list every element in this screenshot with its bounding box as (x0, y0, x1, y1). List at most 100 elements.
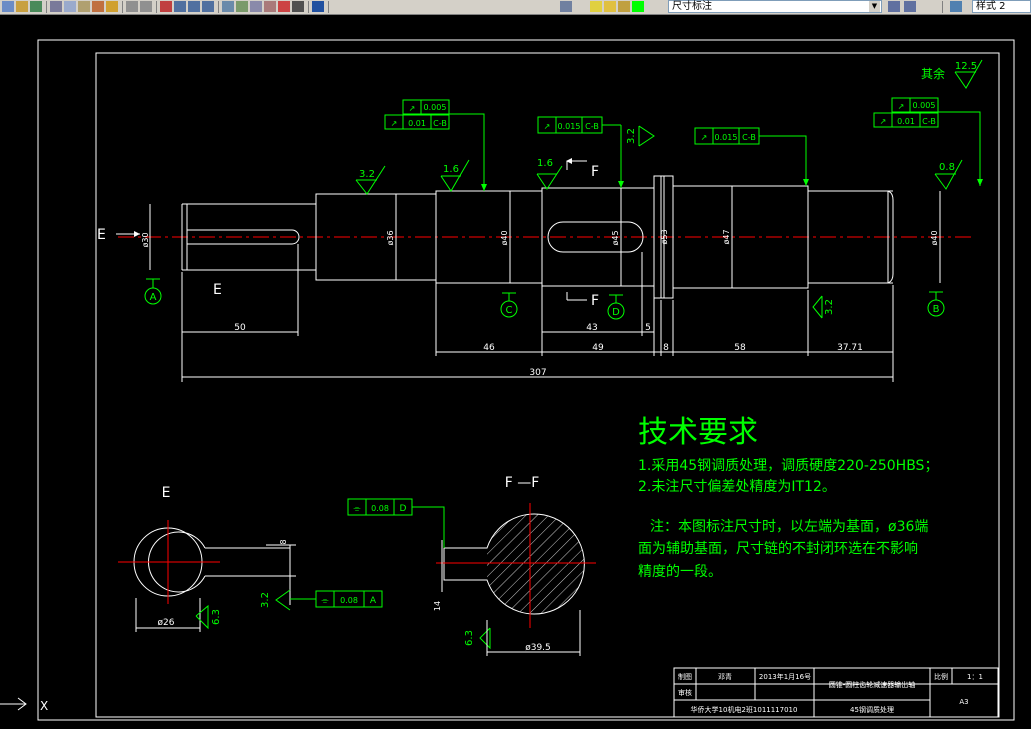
zoom-previous-icon[interactable] (202, 1, 214, 12)
shaft-outline-bottom (182, 269, 893, 299)
svg-text:0.01: 0.01 (408, 119, 426, 128)
text-style-dropdown[interactable]: 样式 2 (972, 0, 1031, 13)
svg-text:↗: ↗ (409, 104, 416, 113)
section-f-hatch (487, 514, 585, 614)
sun-icon[interactable] (604, 1, 616, 12)
shaft-view (118, 175, 975, 299)
svg-text:D: D (400, 504, 407, 514)
text-style-icon[interactable] (950, 1, 962, 12)
copy-icon[interactable] (64, 1, 76, 12)
tool-palettes-icon[interactable] (250, 1, 262, 12)
cad-toolbar: 尺寸标注 ▼ 样式 2 (0, 0, 1031, 15)
svg-text:3.2: 3.2 (260, 592, 271, 608)
svg-text:5: 5 (645, 323, 651, 333)
sheet-set-icon[interactable] (264, 1, 276, 12)
svg-text:2013年1月16号: 2013年1月16号 (759, 672, 811, 681)
svg-text:8: 8 (663, 343, 669, 353)
svg-text:邓青: 邓青 (718, 672, 732, 681)
svg-text:0.015: 0.015 (558, 122, 581, 131)
color-swatch-icon[interactable] (632, 1, 644, 12)
lock-icon[interactable] (618, 1, 630, 12)
svg-text:ø26: ø26 (158, 618, 175, 628)
section-f-bottom: F (591, 293, 599, 309)
new-icon[interactable] (2, 1, 14, 12)
section-e-view: E 8 ø26 6.3 3.2 ⌯ 0.08 A (118, 485, 383, 632)
match-prop-icon[interactable] (92, 1, 104, 12)
svg-text:⌯: ⌯ (353, 504, 361, 514)
svg-text:12.5: 12.5 (955, 61, 977, 72)
svg-text:3.2: 3.2 (359, 169, 375, 180)
datum-c: C (506, 305, 513, 316)
svg-text:C-B: C-B (585, 122, 599, 131)
section-e-below: E (213, 282, 222, 298)
svg-text:307: 307 (529, 368, 546, 378)
layer-previous-icon[interactable] (904, 1, 916, 12)
tech-line-2: 2.未注尺寸偏差处精度为IT12。 (638, 479, 836, 495)
style-value: 样式 2 (976, 1, 1006, 12)
svg-text:A3: A3 (959, 698, 968, 706)
dim-phi40a: ø40 (500, 230, 509, 245)
tech-line-1: 1.采用45钢调质处理，调质硬度220-250HBS； (638, 458, 938, 474)
svg-text:↗: ↗ (544, 122, 551, 131)
svg-text:3.2: 3.2 (626, 128, 637, 144)
chevron-down-icon[interactable]: ▼ (869, 1, 880, 12)
svg-text:0.08: 0.08 (340, 596, 358, 605)
paste-icon[interactable] (78, 1, 90, 12)
properties-icon[interactable] (222, 1, 234, 12)
svg-text:X: X (40, 699, 48, 713)
undo-icon[interactable] (126, 1, 138, 12)
open-icon[interactable] (16, 1, 28, 12)
length-dimensions: 50 43 5 46 49 8 58 37.71 307 (181, 244, 894, 382)
datum-d: D (612, 307, 620, 318)
bulb-icon[interactable] (590, 1, 602, 12)
svg-text:1.6: 1.6 (443, 164, 459, 175)
markup-icon[interactable] (278, 1, 290, 12)
design-center-icon[interactable] (236, 1, 248, 12)
tech-note-2: 面为辅助基面，尺寸链的不封闭环选在不影响 (638, 540, 918, 557)
svg-text:C-B: C-B (742, 133, 756, 142)
svg-text:其余: 其余 (921, 66, 945, 81)
outer-frame (37, 39, 1015, 721)
section-e-title: E (162, 485, 171, 501)
svg-text:ø39.5: ø39.5 (525, 643, 551, 653)
zoom-window-icon[interactable] (188, 1, 200, 12)
svg-text:↗: ↗ (391, 119, 398, 128)
layer-manager-icon[interactable] (560, 1, 572, 12)
svg-text:6.3: 6.3 (464, 630, 475, 646)
inner-frame (95, 52, 1000, 718)
svg-text:0.015: 0.015 (715, 133, 738, 142)
svg-text:C-B: C-B (433, 119, 447, 128)
svg-text:46: 46 (483, 343, 495, 353)
drawing-canvas[interactable]: ø30 ø36 ø40 ø45 ø53 ø47 ø40 E E F F A C … (0, 14, 1031, 729)
svg-text:A: A (370, 596, 377, 606)
svg-text:49: 49 (592, 343, 604, 353)
svg-text:0.005: 0.005 (913, 101, 936, 110)
make-current-icon[interactable] (888, 1, 900, 12)
dim-phi36: ø36 (386, 230, 395, 245)
svg-text:比例: 比例 (934, 672, 948, 681)
calculator-icon[interactable] (292, 1, 304, 12)
dim-phi30: ø30 (141, 232, 150, 247)
cut-icon[interactable] (50, 1, 62, 12)
section-f-top: F (591, 164, 599, 180)
zoom-realtime-icon[interactable] (174, 1, 186, 12)
svg-text:↗: ↗ (898, 102, 905, 111)
redo-icon[interactable] (140, 1, 152, 12)
section-e-left: E (97, 227, 106, 243)
pan-icon[interactable] (160, 1, 172, 12)
dim-phi45: ø45 (611, 230, 620, 245)
section-f-view: F —F 14 6.3 ø39.5 ⌯ 0.08 D (347, 475, 596, 656)
globe-icon[interactable] (30, 1, 42, 12)
help-icon[interactable] (312, 1, 324, 12)
svg-text:圆锥-圆柱齿轮减速器输出轴: 圆锥-圆柱齿轮减速器输出轴 (829, 680, 916, 689)
svg-text:50: 50 (234, 323, 246, 333)
ucs-icon: X (0, 697, 48, 713)
block-icon[interactable] (106, 1, 118, 12)
svg-text:58: 58 (734, 343, 746, 353)
svg-text:C-B: C-B (922, 117, 936, 126)
svg-text:1：1: 1：1 (967, 673, 983, 681)
dim-phi53: ø53 (660, 229, 669, 244)
layer-dropdown[interactable]: 尺寸标注 ▼ (668, 0, 882, 13)
svg-text:⌯: ⌯ (321, 596, 329, 606)
datum-a: A (150, 292, 157, 303)
